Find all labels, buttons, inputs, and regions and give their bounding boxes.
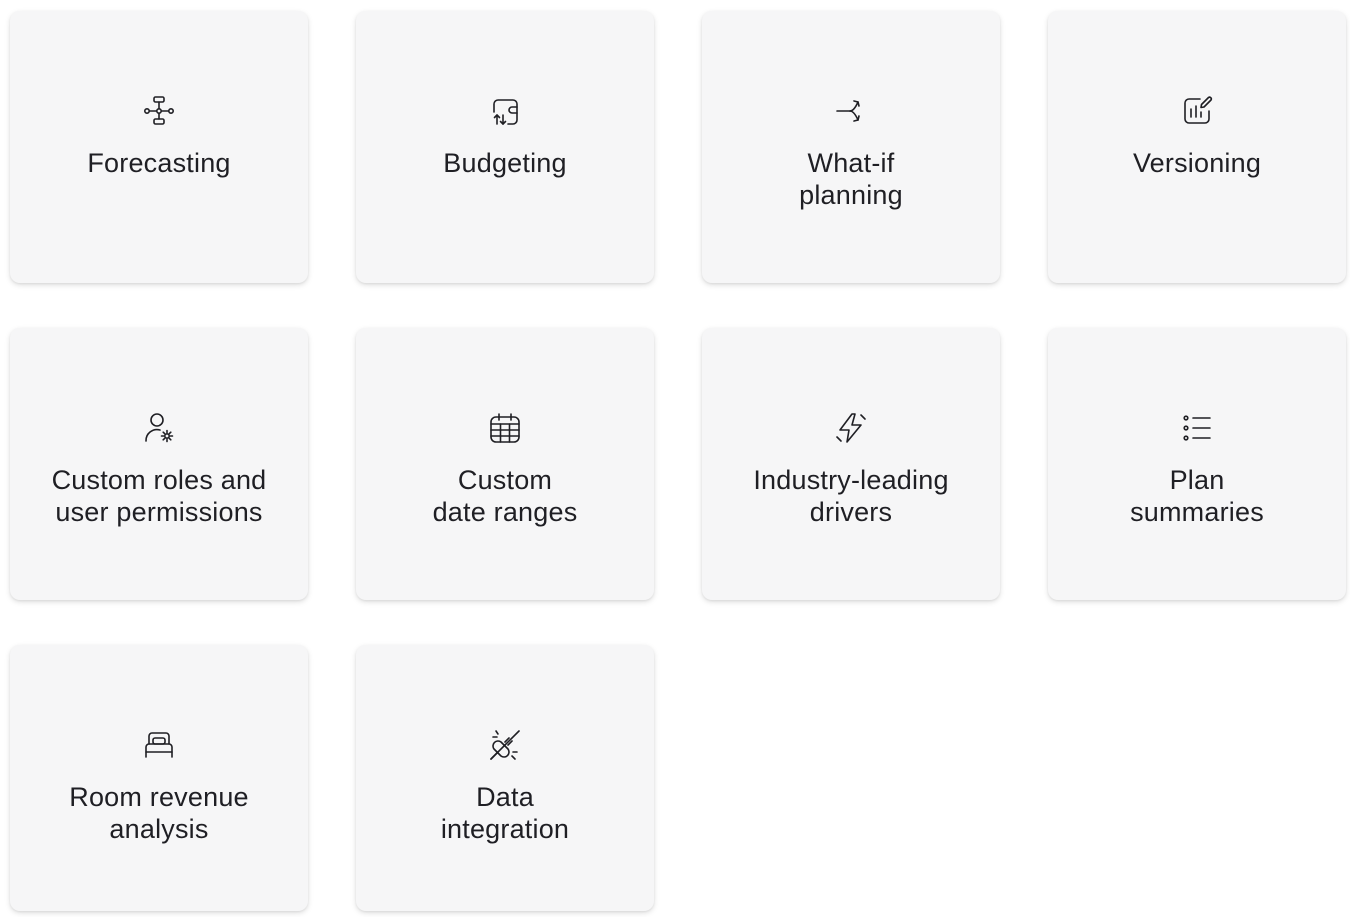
feature-card-label: Industry-leading drivers: [753, 465, 949, 527]
feature-card-versioning[interactable]: Versioning: [1048, 11, 1346, 283]
feature-card-data-integration[interactable]: Data integration: [356, 645, 654, 911]
feature-card-plan-summaries[interactable]: Plan summaries: [1048, 328, 1346, 600]
plug-icon: [488, 728, 522, 762]
feature-card-label: Versioning: [1132, 148, 1262, 178]
feature-card-label: Data integration: [440, 782, 570, 844]
wallet-transfer-icon: [488, 94, 522, 128]
feature-card-label: Budgeting: [443, 148, 567, 178]
bed-icon: [142, 728, 176, 762]
feature-grid: Forecasting Budgeting What-if planning V…: [10, 11, 1346, 917]
user-settings-icon: [142, 411, 176, 445]
feature-card-label: Custom roles and user permissions: [51, 465, 267, 527]
feature-card-label: What-if planning: [799, 148, 903, 210]
chart-edit-icon: [1180, 94, 1214, 128]
feature-card-what-if-planning[interactable]: What-if planning: [702, 11, 1000, 283]
feature-card-custom-date-ranges[interactable]: Custom date ranges: [356, 328, 654, 600]
list-icon: [1180, 411, 1214, 445]
feature-card-custom-roles[interactable]: Custom roles and user permissions: [10, 328, 308, 600]
lightning-icon: [834, 411, 868, 445]
feature-card-label: Plan summaries: [1130, 465, 1264, 527]
calendar-icon: [488, 411, 522, 445]
flowchart-icon: [142, 94, 176, 128]
feature-card-label: Custom date ranges: [432, 465, 578, 527]
feature-card-room-revenue[interactable]: Room revenue analysis: [10, 645, 308, 911]
feature-card-label: Room revenue analysis: [69, 782, 249, 844]
feature-card-label: Forecasting: [87, 148, 231, 178]
feature-card-industry-drivers[interactable]: Industry-leading drivers: [702, 328, 1000, 600]
split-arrow-icon: [834, 94, 868, 128]
feature-card-budgeting[interactable]: Budgeting: [356, 11, 654, 283]
feature-card-forecasting[interactable]: Forecasting: [10, 11, 308, 283]
